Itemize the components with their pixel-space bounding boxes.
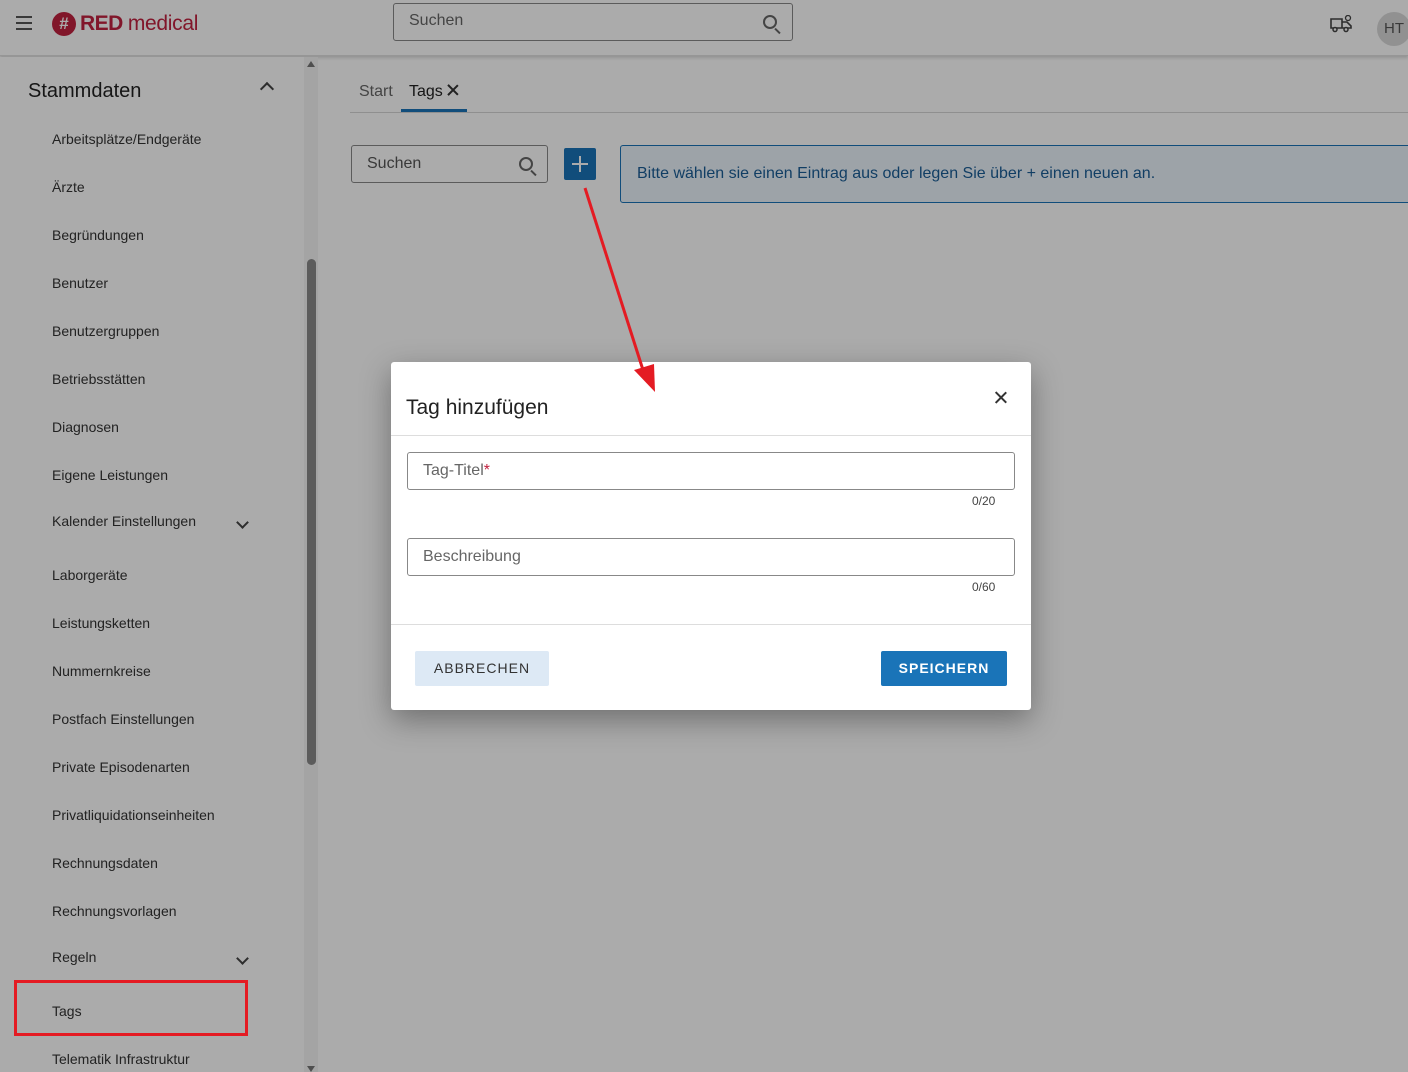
annotation-highlight-box	[14, 980, 248, 1036]
dialog-divider	[391, 435, 1031, 436]
description-counter: 0/60	[972, 580, 996, 594]
tag-title-counter: 0/20	[972, 494, 996, 508]
dialog-divider	[391, 624, 1031, 625]
dialog-title: Tag hinzufügen	[406, 396, 549, 419]
cancel-button[interactable]: ABBRECHEN	[415, 651, 549, 686]
required-marker: *	[483, 462, 490, 479]
save-button[interactable]: SPEICHERN	[881, 651, 1007, 686]
add-tag-dialog: Tag hinzufügen Tag-Titel* 0/20 Beschreib…	[391, 362, 1031, 710]
tag-title-field[interactable]: Tag-Titel*	[407, 452, 1015, 490]
description-field[interactable]: Beschreibung	[407, 538, 1015, 576]
close-icon[interactable]	[994, 391, 1008, 405]
tag-title-label: Tag-Titel*	[423, 462, 490, 479]
description-label: Beschreibung	[423, 548, 521, 565]
